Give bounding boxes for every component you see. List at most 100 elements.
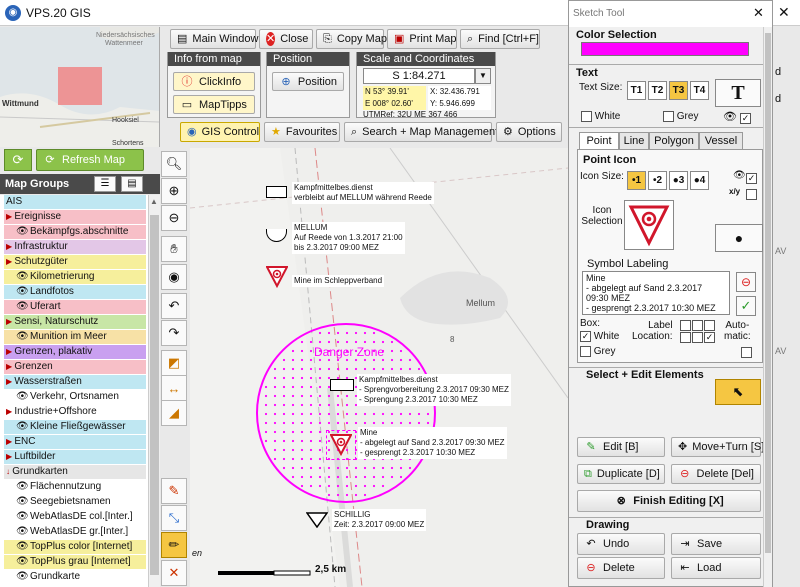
layer-item[interactable]: ▶ Ereignisse bbox=[4, 210, 146, 224]
map-label-kampf2[interactable]: Kampfmittelbes.dienst - Sprengvorbereitu… bbox=[357, 374, 511, 406]
layer-item[interactable]: ▶ Industrie+Offshore bbox=[4, 405, 146, 419]
icon-visible-checkbox[interactable]: ✓ bbox=[746, 172, 757, 184]
rectangle-symbol[interactable] bbox=[330, 379, 354, 391]
grey-text-checkbox[interactable]: Grey bbox=[663, 111, 698, 122]
delete-del-button[interactable]: ⊖ Delete [Del] bbox=[671, 464, 761, 484]
layer-item[interactable]: 👁︎ Flächennutzung bbox=[4, 480, 146, 494]
layer-item[interactable]: 👁︎ Grundkarte bbox=[4, 570, 146, 584]
delete-button[interactable]: ⊖ Delete bbox=[577, 557, 665, 579]
close-button[interactable]: ✕ Close bbox=[259, 29, 313, 49]
map-view[interactable]: Danger Zone Mellum 8 2,5 km en Kampfmitt… bbox=[190, 148, 568, 587]
text-size-t2[interactable]: T2 bbox=[648, 81, 667, 100]
list-view-icon[interactable]: ☰ bbox=[94, 176, 116, 192]
close-icon[interactable]: ✕ bbox=[753, 5, 764, 21]
scroll-up-icon[interactable]: ▲ bbox=[150, 197, 158, 206]
eye-icon[interactable]: 👁︎ bbox=[16, 300, 29, 314]
refresh-map-button[interactable]: ⟳ Refresh Map bbox=[36, 149, 144, 171]
measure-icon[interactable]: ◩ bbox=[161, 350, 187, 376]
tab-vessel[interactable]: Vessel bbox=[699, 132, 743, 150]
map-label-mine1[interactable]: Mine im Schleppverband bbox=[292, 275, 385, 287]
checkbox[interactable] bbox=[741, 346, 752, 358]
ruler-icon[interactable]: ↔ bbox=[161, 375, 187, 401]
layer-item[interactable]: ▶ Luftbilder bbox=[4, 450, 146, 464]
undo-button[interactable]: ↶ Undo bbox=[577, 533, 665, 555]
duplicate-button[interactable]: ⧉ Duplicate [D] bbox=[577, 464, 665, 484]
zoom-icon[interactable]: 🔍︎ bbox=[161, 151, 187, 177]
icon-size-2[interactable]: •2 bbox=[648, 171, 667, 190]
automatic-checkbox[interactable] bbox=[741, 346, 752, 358]
label-location-cell[interactable]: ✓ bbox=[704, 332, 715, 343]
label-location-cell[interactable] bbox=[704, 320, 715, 331]
layer-item[interactable]: ▶ Grenzen bbox=[4, 360, 146, 374]
eye-icon[interactable]: 👁︎ bbox=[16, 480, 29, 494]
icon-selection-button[interactable] bbox=[624, 200, 674, 250]
checkbox[interactable] bbox=[580, 346, 591, 357]
label-location-cell[interactable] bbox=[680, 320, 691, 331]
map-label-mine2[interactable]: Mine - abgelegt auf Sand 2.3.2017 09:30 … bbox=[358, 427, 507, 459]
cross-tools-icon[interactable]: ✕ bbox=[161, 560, 187, 586]
eye-icon[interactable]: 👁︎ bbox=[16, 495, 29, 509]
rectangle-symbol[interactable] bbox=[266, 186, 287, 198]
position-button[interactable]: ⊕ Position bbox=[272, 72, 344, 91]
pencil-icon[interactable]: ✏ bbox=[161, 532, 187, 558]
layer-item[interactable]: 👁︎ Munition im Meer bbox=[4, 330, 146, 344]
main-window-button[interactable]: ▤ Main Window bbox=[170, 29, 258, 49]
layer-item[interactable]: 👁︎ Kilometrierung bbox=[4, 270, 146, 284]
label-location-cell[interactable] bbox=[692, 332, 703, 343]
white-text-checkbox[interactable]: White bbox=[581, 111, 620, 122]
find-button[interactable]: ⌕ Find [Ctrl+F] bbox=[460, 29, 540, 49]
text-size-t3[interactable]: T3 bbox=[669, 81, 688, 100]
layer-item[interactable]: ▶ Schutzgüter bbox=[4, 255, 146, 269]
scrollbar-thumb[interactable] bbox=[150, 215, 159, 575]
layer-list-scrollbar[interactable]: ▲ bbox=[148, 195, 160, 587]
checkbox[interactable] bbox=[581, 111, 592, 122]
forward-icon[interactable]: ↷ bbox=[161, 320, 187, 346]
transform-icon[interactable]: ⤡ bbox=[161, 505, 187, 531]
text-visible-checkbox[interactable]: ✓ bbox=[740, 112, 751, 124]
tab-gis-control[interactable]: ◉ GIS Control bbox=[180, 122, 260, 142]
xy-checkbox[interactable] bbox=[746, 188, 757, 200]
select-cursor-icon[interactable]: ⬉ bbox=[715, 379, 761, 405]
pan-hand-icon[interactable]: ✋︎ bbox=[161, 236, 187, 262]
eye-icon[interactable]: 👁︎ bbox=[16, 225, 29, 239]
tab-point[interactable]: Point bbox=[579, 132, 619, 150]
layer-item[interactable]: 👁︎ Kleine Fließgewässer bbox=[4, 420, 146, 434]
layer-item[interactable]: 👁︎ Seegebietsnamen bbox=[4, 495, 146, 509]
move-turn-button[interactable]: ✥ Move+Turn [S] bbox=[671, 437, 764, 457]
layer-item[interactable]: 👁︎ TopPlus color [Internet] bbox=[4, 540, 146, 554]
label-location-cell[interactable] bbox=[680, 332, 691, 343]
mine-icon[interactable] bbox=[266, 266, 288, 288]
map-label-mellum[interactable]: MELLUM Auf Reede von 1.3.2017 21:00 bis … bbox=[292, 222, 405, 254]
layer-item[interactable]: 👁︎ Verkehr, Ortsnamen bbox=[4, 390, 146, 404]
eye-icon[interactable]: 👁︎ bbox=[16, 285, 29, 299]
point-marker-icon[interactable]: ● bbox=[715, 224, 763, 252]
accept-label-icon[interactable]: ✓ bbox=[736, 296, 756, 316]
label-location-grid[interactable]: ✓ bbox=[680, 320, 716, 344]
eye-icon[interactable]: 👁︎ bbox=[16, 270, 29, 284]
eye-icon[interactable]: 👁︎ bbox=[16, 330, 29, 344]
delete-label-icon[interactable]: ⊖ bbox=[736, 272, 756, 292]
area-icon[interactable]: ◢ bbox=[161, 400, 187, 426]
eye-icon[interactable]: 👁︎ bbox=[16, 540, 29, 554]
load-button[interactable]: ⇤ Load bbox=[671, 557, 761, 579]
edit-button[interactable]: ✎ Edit [B] bbox=[577, 437, 665, 457]
symbol-label-textarea[interactable]: Mine - abgelegt auf Sand 2.3.2017 09:30 … bbox=[582, 271, 730, 315]
map-label-kampf1[interactable]: Kampfmittelbes.dienst verbleibt auf MELL… bbox=[292, 182, 434, 204]
scale-select[interactable]: S 1:84.271 bbox=[363, 68, 475, 84]
eye-icon[interactable]: 👁︎ bbox=[16, 390, 29, 404]
layer-item[interactable]: 👁︎ Landfotos bbox=[4, 285, 146, 299]
tab-options[interactable]: ⚙ Options bbox=[496, 122, 562, 142]
icon-size-3[interactable]: ●3 bbox=[669, 171, 688, 190]
map-label-schillig[interactable]: SCHILLIG Zeit: 2.3.2017 09:00 MEZ bbox=[332, 509, 427, 531]
mine-icon[interactable] bbox=[330, 434, 352, 456]
detail-view-icon[interactable]: ▤ bbox=[121, 176, 143, 192]
eye-icon[interactable]: 👁︎ bbox=[16, 570, 29, 584]
box-white-checkbox[interactable]: ✓ White bbox=[580, 331, 619, 342]
back-icon[interactable]: ↶ bbox=[161, 293, 187, 319]
overview-map[interactable]: Niedersächsisches Wattenmeer Wittmund Ho… bbox=[0, 27, 160, 147]
copy-map-button[interactable]: ⎘ Copy Map bbox=[316, 29, 387, 49]
chevron-down-icon[interactable]: ▼ bbox=[475, 68, 491, 84]
globe-icon[interactable]: ◉ bbox=[161, 264, 187, 290]
clickinfo-button[interactable]: ⓘ ClickInfo bbox=[173, 72, 255, 91]
text-tool-icon[interactable]: T bbox=[715, 79, 761, 107]
